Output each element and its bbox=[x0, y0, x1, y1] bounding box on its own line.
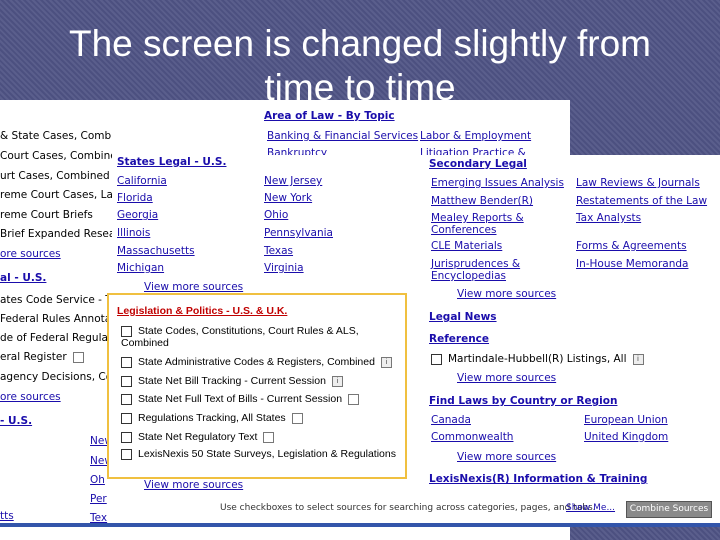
left-section-heading[interactable]: al - U.S. bbox=[0, 272, 46, 284]
secondary-more-sources-link[interactable]: View more sources bbox=[457, 288, 556, 300]
checkbox[interactable] bbox=[121, 412, 132, 424]
state-link[interactable]: New York bbox=[264, 192, 312, 204]
left-item[interactable]: ates Code Service - T bbox=[0, 294, 112, 306]
source-info-icon[interactable] bbox=[291, 412, 303, 424]
legislation-item[interactable]: State Net Bill Tracking - Current Sessio… bbox=[121, 375, 343, 387]
region-more-sources-link[interactable]: View more sources bbox=[457, 451, 556, 463]
legislation-item[interactable]: State Administrative Codes & Registers, … bbox=[121, 356, 392, 368]
source-info-icon[interactable] bbox=[348, 393, 360, 405]
legislation-heading[interactable]: Legislation & Politics - U.S. & U.K. bbox=[117, 305, 287, 317]
info-icon[interactable]: i bbox=[632, 353, 644, 365]
secondary-link[interactable]: Emerging Issues Analysis bbox=[431, 177, 564, 189]
footer-bar: Use checkboxes to select sources for sea… bbox=[112, 497, 720, 523]
secondary-link[interactable]: Matthew Bender(R) bbox=[431, 195, 533, 207]
find-laws-heading[interactable]: Find Laws by Country or Region bbox=[429, 395, 617, 407]
state-link[interactable]: California bbox=[117, 175, 167, 187]
checkbox[interactable] bbox=[121, 431, 132, 443]
region-link[interactable]: United Kingdom bbox=[584, 431, 668, 443]
slide-title-line-1: The screen is changed slightly from bbox=[69, 23, 651, 64]
secondary-link[interactable]: Jurisprudences & Encyclopedias bbox=[431, 258, 541, 282]
state-link[interactable]: Florida bbox=[117, 192, 153, 204]
secondary-link[interactable]: Forms & Agreements bbox=[576, 240, 687, 252]
left-item[interactable]: Court Cases, Combined bbox=[0, 150, 112, 162]
checkbox[interactable] bbox=[431, 353, 442, 365]
legal-news-heading[interactable]: Legal News bbox=[429, 311, 497, 323]
secondary-link[interactable]: CLE Materials bbox=[431, 240, 502, 252]
bankruptcy-link[interactable]: Bankruptcy bbox=[267, 147, 327, 155]
state-link[interactable]: Pennsylvania bbox=[264, 227, 333, 239]
legislation-more-sources-link[interactable]: View more sources bbox=[144, 479, 243, 491]
left-more-sources-link[interactable]: ore sources bbox=[0, 391, 61, 403]
left-item[interactable]: reme Court Cases, La bbox=[0, 189, 112, 201]
state-link[interactable]: Ohio bbox=[264, 209, 288, 221]
checkbox[interactable] bbox=[121, 356, 132, 368]
reference-heading[interactable]: Reference bbox=[429, 333, 489, 345]
show-me-link[interactable]: Show Me... bbox=[566, 503, 615, 513]
state-link[interactable]: Texas bbox=[264, 245, 293, 257]
secondary-link[interactable]: Law Reviews & Journals bbox=[576, 177, 700, 189]
secondary-link[interactable]: Tax Analysts bbox=[576, 212, 641, 224]
bottom-border bbox=[0, 523, 720, 527]
legislation-highlight-box: Legislation & Politics - U.S. & U.K. Sta… bbox=[107, 293, 407, 479]
state-link[interactable]: Illinois bbox=[117, 227, 150, 239]
legislation-item[interactable]: State Net Full Text of Bills - Current S… bbox=[121, 393, 360, 405]
labor-link[interactable]: Labor & Employment bbox=[420, 130, 531, 142]
secondary-legal-heading[interactable]: Secondary Legal bbox=[429, 158, 527, 170]
left-item[interactable]: agency Decisions, Co bbox=[0, 371, 112, 383]
left-item[interactable]: eral Register bbox=[0, 351, 84, 363]
left-item[interactable]: urt Cases, Combined bbox=[0, 170, 110, 182]
left-section-heading[interactable]: - U.S. bbox=[0, 415, 32, 427]
footer-hint: Use checkboxes to select sources for sea… bbox=[220, 503, 596, 513]
left-item[interactable]: Federal Rules Annotat bbox=[0, 313, 112, 325]
checkbox[interactable] bbox=[121, 448, 132, 460]
banking-link[interactable]: Banking & Financial Services bbox=[267, 130, 418, 142]
region-link[interactable]: Commonwealth bbox=[431, 431, 513, 443]
secondary-link[interactable]: Restatements of the Law bbox=[576, 195, 707, 207]
area-of-law-heading[interactable]: Area of Law - By Topic bbox=[264, 110, 395, 122]
left-item[interactable]: de of Federal Regulat bbox=[0, 332, 112, 344]
source-info-icon[interactable] bbox=[263, 431, 275, 443]
state-link[interactable]: Michigan bbox=[117, 262, 164, 274]
reference-item[interactable]: Martindale-Hubbell(R) Listings, All i bbox=[431, 353, 644, 365]
checkbox[interactable] bbox=[121, 393, 132, 405]
state-link[interactable]: Massachusetts bbox=[117, 245, 195, 257]
right-panel: Secondary Legal Emerging Issues Analysis… bbox=[425, 155, 720, 525]
state-link[interactable]: Virginia bbox=[264, 262, 304, 274]
info-icon[interactable]: i bbox=[331, 375, 343, 387]
info-icon[interactable]: i bbox=[380, 356, 392, 368]
region-link[interactable]: Canada bbox=[431, 414, 471, 426]
checkbox[interactable] bbox=[121, 375, 132, 387]
state-fragment[interactable]: Oh bbox=[90, 474, 105, 486]
legislation-item[interactable]: State Codes, Constitutions, Court Rules … bbox=[121, 325, 401, 349]
information-heading[interactable]: LexisNexis(R) Information & Training bbox=[429, 473, 647, 485]
left-item[interactable]: & State Cases, Combinedi bbox=[0, 130, 112, 142]
state-link[interactable]: New Jersey bbox=[264, 175, 322, 187]
state-link[interactable]: Georgia bbox=[117, 209, 158, 221]
left-more-sources-link[interactable]: ore sources bbox=[0, 248, 61, 260]
states-more-sources-link[interactable]: View more sources bbox=[144, 281, 243, 293]
secondary-link[interactable]: Mealey Reports & Conferences bbox=[431, 212, 541, 236]
reference-more-sources-link[interactable]: View more sources bbox=[457, 372, 556, 384]
combine-sources-button[interactable]: Combine Sources bbox=[626, 501, 712, 518]
slide-title-line-2: time to time bbox=[264, 67, 456, 108]
secondary-link[interactable]: In-House Memoranda bbox=[576, 258, 688, 270]
legislation-item[interactable]: State Net Regulatory Text bbox=[121, 431, 275, 443]
checkbox[interactable] bbox=[121, 325, 132, 337]
litigation-link[interactable]: Litigation Practice & bbox=[420, 147, 526, 155]
left-item[interactable]: Brief Expanded Resea bbox=[0, 228, 112, 240]
checkbox-icon[interactable] bbox=[72, 351, 84, 363]
states-legal-heading[interactable]: States Legal - U.S. bbox=[117, 156, 226, 168]
left-item[interactable]: reme Court Briefs bbox=[0, 209, 93, 221]
region-link[interactable]: European Union bbox=[584, 414, 668, 426]
slide-title: The screen is changed slightly from time… bbox=[0, 22, 720, 110]
legislation-item[interactable]: Regulations Tracking, All States bbox=[121, 412, 303, 424]
state-fragment[interactable]: Per bbox=[90, 493, 107, 505]
legislation-item[interactable]: LexisNexis 50 State Surveys, Legislation… bbox=[121, 448, 396, 460]
left-item[interactable]: tts bbox=[0, 510, 14, 522]
